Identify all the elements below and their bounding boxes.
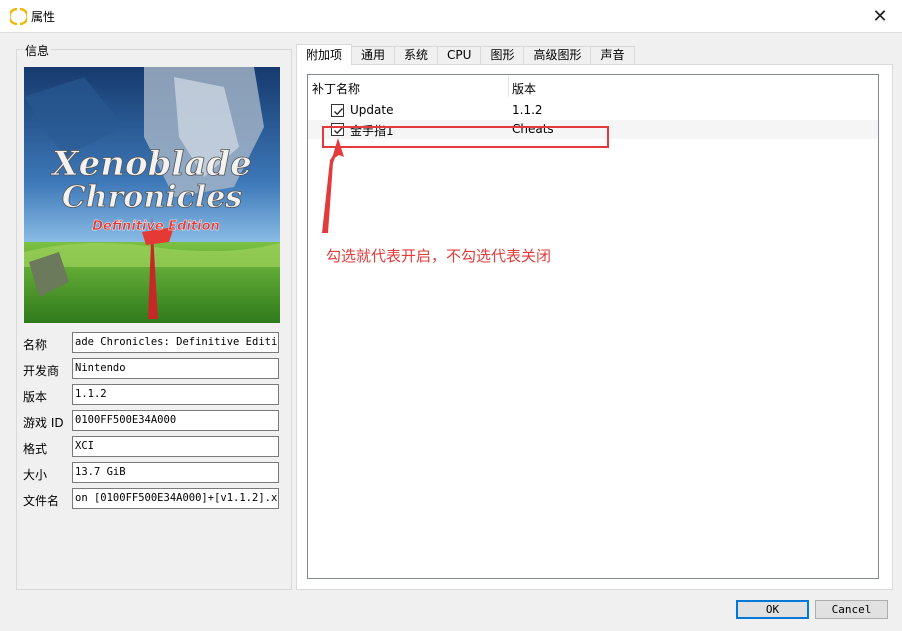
cancel-button[interactable]: Cancel [815, 600, 888, 619]
tab-cpu[interactable]: CPU [437, 46, 482, 65]
tab-bar: 附加项 通用 系统 CPU 图形 高级图形 声音 [296, 44, 635, 65]
tab-addons[interactable]: 附加项 [296, 44, 353, 65]
addons-pane: 补丁名称 版本 Update 1.1.2 金手指1 Cheats 勾选就代表开启… [296, 64, 893, 590]
close-icon: ✕ [872, 5, 888, 27]
developer-field[interactable]: Nintendo [72, 358, 279, 379]
tab-advanced-graphics[interactable]: 高级图形 [523, 46, 592, 65]
game-id-label: 游戏 ID [23, 416, 64, 430]
annotation-arrow-icon [322, 138, 344, 233]
info-group: 信息 Xenoblade Chronicles Definitive Editi… [16, 42, 292, 590]
version-label: 版本 [23, 390, 48, 404]
format-field[interactable]: XCI [72, 436, 279, 457]
cover-art: Xenoblade Chronicles Definitive Edition [24, 67, 280, 323]
game-id-field[interactable]: 0100FF500E34A000 [72, 410, 279, 431]
addon-row-update[interactable]: Update 1.1.2 [308, 101, 878, 120]
yuzu-logo-icon [10, 8, 27, 25]
tab-audio[interactable]: 声音 [590, 46, 635, 65]
name-field[interactable]: ade Chronicles: Definitive Edition [72, 332, 279, 353]
developer-label: 开发商 [23, 364, 60, 378]
info-group-title: 信息 [23, 42, 52, 59]
filename-label: 文件名 [23, 494, 60, 508]
ok-button[interactable]: OK [736, 600, 809, 619]
column-separator[interactable] [508, 75, 509, 97]
close-button[interactable]: ✕ [858, 0, 902, 32]
game-cover-image: Xenoblade Chronicles Definitive Edition [24, 67, 280, 323]
tab-general[interactable]: 通用 [351, 46, 396, 65]
tab-graphics[interactable]: 图形 [480, 46, 525, 65]
cover-subtitle: Definitive Edition [92, 219, 220, 234]
tab-system[interactable]: 系统 [394, 46, 439, 65]
window-title: 属性 [31, 10, 56, 24]
size-label: 大小 [23, 468, 48, 482]
annotation-text: 勾选就代表开启，不勾选代表关闭 [326, 247, 552, 265]
format-label: 格式 [23, 442, 48, 456]
name-label: 名称 [23, 338, 48, 352]
addon-version: 1.1.2 [512, 103, 543, 117]
dialog-body: 信息 Xenoblade Chronicles Definitive Editi… [0, 32, 902, 631]
addons-list[interactable]: 补丁名称 版本 Update 1.1.2 金手指1 Cheats 勾选就代表开启… [307, 74, 879, 579]
size-field[interactable]: 13.7 GiB [72, 462, 279, 483]
cover-title-line1: Xenoblade [50, 144, 252, 184]
version-field[interactable]: 1.1.2 [72, 384, 279, 405]
list-header: 补丁名称 版本 [308, 75, 878, 99]
filename-field[interactable]: on [0100FF500E34A000]+[v1.1.2].xci [72, 488, 279, 509]
title-bar: 属性 ✕ [0, 0, 902, 32]
column-version[interactable]: 版本 [512, 80, 536, 97]
cover-title-line2: Chronicles [62, 180, 242, 215]
